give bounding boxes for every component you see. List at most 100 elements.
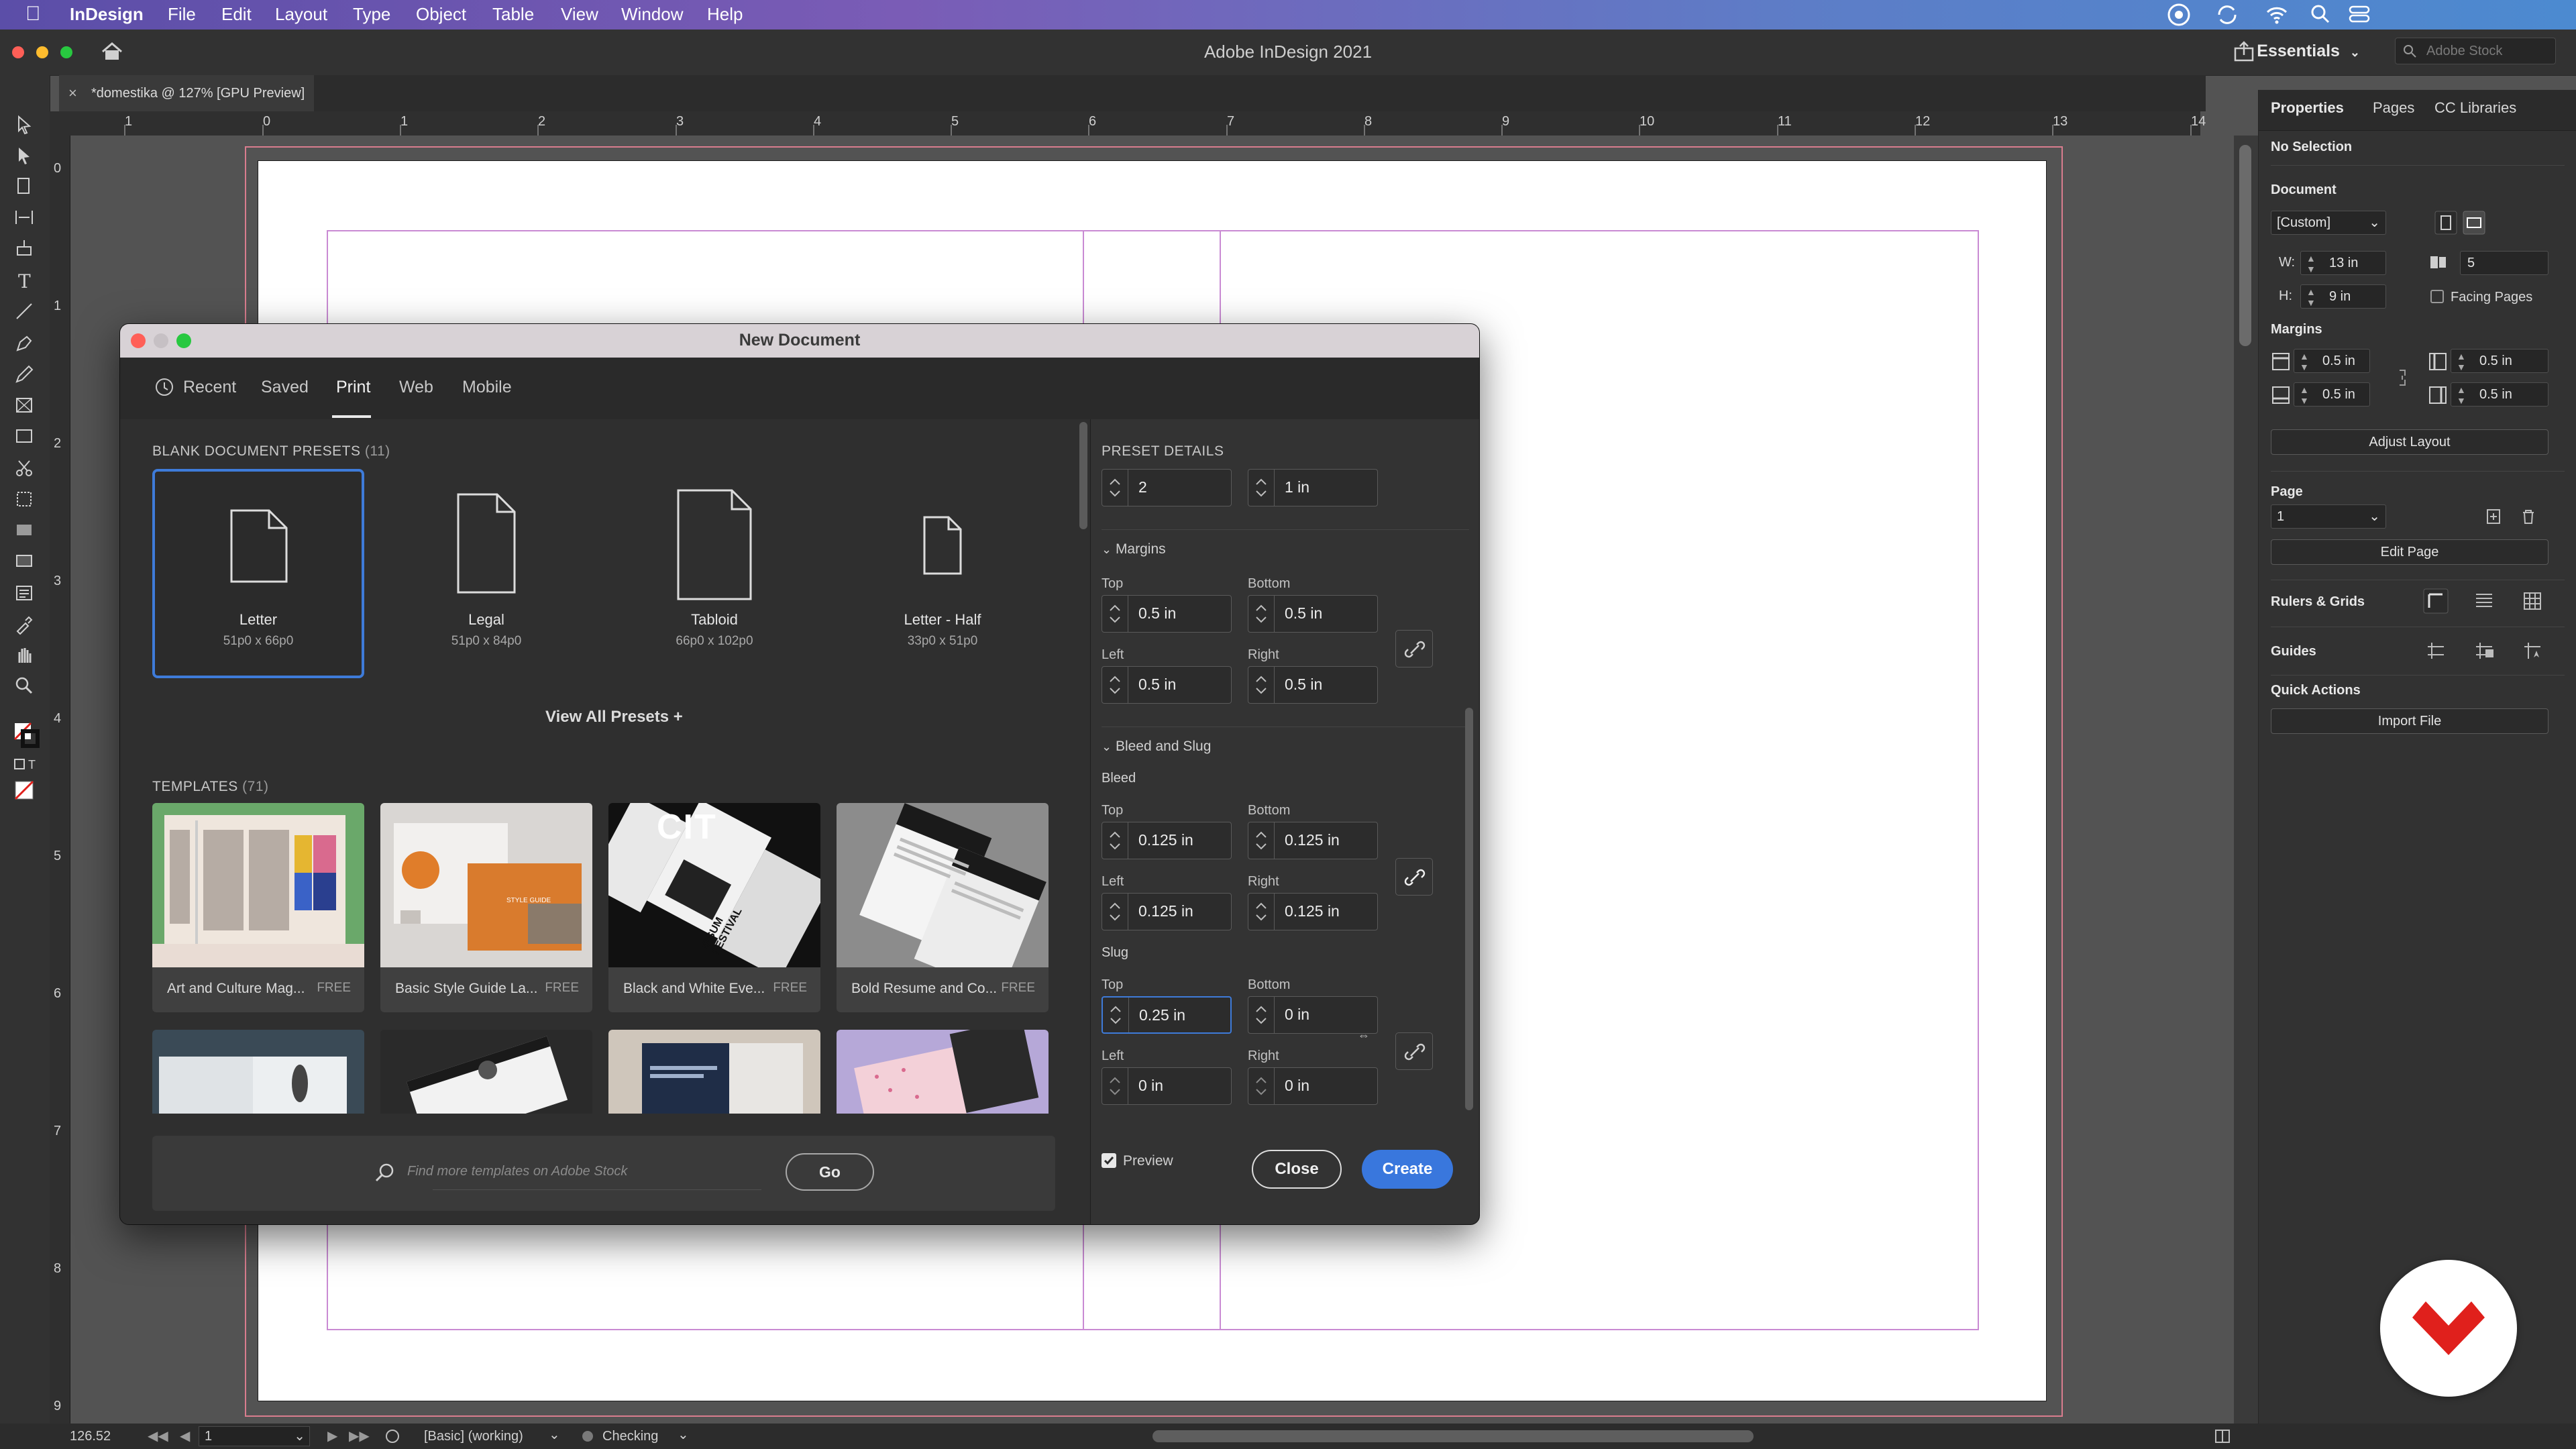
template-thumbnail[interactable]: [380, 1030, 592, 1114]
lock-guides-icon[interactable]: [2471, 637, 2498, 664]
formatting-affects-container-icon[interactable]: T: [13, 757, 36, 778]
margin-bottom-field[interactable]: ▲ ▼ 0.5 in: [2294, 382, 2370, 407]
go-button[interactable]: Go: [786, 1153, 874, 1191]
menu-app-name[interactable]: InDesign: [70, 4, 144, 25]
preset-letter-half[interactable]: Letter - Half 33p0 x 51p0: [837, 469, 1049, 678]
template-thumbnail[interactable]: [837, 1030, 1049, 1114]
baseline-grid-icon[interactable]: [2471, 588, 2498, 614]
template-thumbnail[interactable]: [152, 1030, 364, 1114]
dialog-zoom-dot[interactable]: [176, 333, 191, 348]
import-file-button[interactable]: Import File: [2271, 708, 2548, 734]
stepper-icon[interactable]: [1248, 667, 1275, 703]
stepper-icon[interactable]: [1248, 894, 1275, 930]
slug-right-spinner[interactable]: 0 in: [1248, 1067, 1378, 1105]
gap-tool-icon[interactable]: [13, 207, 35, 228]
scrollbar-thumb[interactable]: [2239, 145, 2251, 346]
stepper-icon[interactable]: [1103, 998, 1129, 1032]
page-tool-icon[interactable]: [13, 176, 35, 197]
create-button[interactable]: Create: [1362, 1150, 1453, 1189]
type-tool-icon[interactable]: T: [13, 270, 35, 291]
bleed-bottom-spinner[interactable]: 0.125 in: [1248, 822, 1378, 859]
next-page-icon[interactable]: ▶: [327, 1428, 337, 1444]
width-field[interactable]: ▲ ▼ 13 in: [2300, 251, 2386, 275]
stepper-icon[interactable]: [1248, 470, 1275, 506]
template-card[interactable]: Bold Resume and Co... FREE: [837, 803, 1049, 1012]
template-thumbnail[interactable]: [608, 1030, 820, 1114]
landscape-orientation-icon[interactable]: [2463, 211, 2485, 235]
workspace-switcher[interactable]: Essentials ⌄: [2257, 42, 2360, 61]
margin-right-spinner[interactable]: 0.5 in: [1248, 666, 1378, 704]
link-margins-button[interactable]: [1395, 630, 1433, 667]
pages-count-field[interactable]: 5: [2460, 251, 2548, 275]
direct-selection-tool-icon[interactable]: [13, 145, 35, 166]
page-number-field[interactable]: 1 ⌄: [199, 1426, 310, 1446]
tab-properties[interactable]: Properties: [2271, 99, 2344, 117]
delete-page-icon[interactable]: [2519, 507, 2538, 526]
template-card[interactable]: CIT IPSUM FESTIVAL Black and White Eve..…: [608, 803, 820, 1012]
margin-left-spinner[interactable]: 0.5 in: [1102, 666, 1232, 704]
gradient-swatch-tool-icon[interactable]: [13, 519, 35, 541]
tab-saved[interactable]: Saved: [261, 378, 309, 397]
pen-tool-icon[interactable]: [13, 333, 35, 354]
stepper-icon[interactable]: ▲ ▼: [2300, 351, 2309, 372]
chevron-down-icon[interactable]: ⌄: [549, 1426, 560, 1443]
chevron-down-icon[interactable]: ⌄: [678, 1426, 689, 1443]
stepper-icon[interactable]: [1248, 997, 1275, 1033]
rectangle-frame-tool-icon[interactable]: [13, 394, 35, 416]
stepper-icon[interactable]: [1102, 596, 1128, 632]
preset-legal[interactable]: Legal 51p0 x 84p0: [380, 469, 592, 678]
content-collector-icon[interactable]: [13, 237, 35, 259]
stepper-icon[interactable]: [1102, 667, 1128, 703]
apple-icon[interactable]: : [25, 3, 41, 25]
horizontal-scrollbar-thumb[interactable]: [1152, 1430, 1754, 1442]
stepper-icon[interactable]: [1102, 470, 1128, 506]
first-page-icon[interactable]: ◀◀: [148, 1428, 168, 1444]
creative-cloud-icon[interactable]: [2167, 3, 2191, 27]
tab-print[interactable]: Print: [336, 378, 370, 397]
document-grid-icon[interactable]: [2519, 588, 2546, 614]
zoom-level[interactable]: 126.52: [70, 1429, 111, 1444]
preset-tabloid[interactable]: Tabloid 66p0 x 102p0: [608, 469, 820, 678]
edit-page-button[interactable]: Edit Page: [2271, 539, 2548, 565]
preset-letter[interactable]: Letter 51p0 x 66p0: [152, 469, 364, 678]
stepper-icon[interactable]: ▲ ▼: [2457, 351, 2466, 372]
menu-window[interactable]: Window: [621, 4, 683, 25]
open-page-icon[interactable]: [384, 1428, 401, 1445]
rectangle-tool-icon[interactable]: [13, 425, 35, 447]
details-scrollbar[interactable]: [1462, 419, 1476, 1117]
bleed-right-spinner[interactable]: 0.125 in: [1248, 893, 1378, 930]
link-bleed-button[interactable]: [1395, 858, 1433, 896]
link-slug-button[interactable]: [1395, 1032, 1433, 1070]
scissors-tool-icon[interactable]: [13, 458, 35, 479]
vertical-ruler[interactable]: 0 1 2 3 4 5 6 7 8 9: [50, 136, 70, 1424]
control-center-icon[interactable]: [2348, 4, 2371, 24]
tab-mobile[interactable]: Mobile: [462, 378, 512, 397]
share-icon[interactable]: [2233, 40, 2255, 63]
menu-object[interactable]: Object: [416, 4, 466, 25]
menu-edit[interactable]: Edit: [221, 4, 252, 25]
gradient-feather-tool-icon[interactable]: [13, 550, 35, 572]
stepper-icon[interactable]: [1248, 596, 1275, 632]
spotlight-search-icon[interactable]: [2309, 3, 2332, 25]
stepper-icon[interactable]: [1248, 1068, 1275, 1104]
close-icon[interactable]: ×: [68, 85, 77, 102]
document-tab[interactable]: × *domestika @ 127% [GPU Preview]: [59, 75, 314, 111]
adjust-layout-button[interactable]: Adjust Layout: [2271, 429, 2548, 455]
menu-type[interactable]: Type: [353, 4, 390, 25]
tab-cc-libraries[interactable]: CC Libraries: [2434, 99, 2516, 117]
margin-bottom-spinner[interactable]: 0.5 in: [1248, 595, 1378, 633]
gutter-spinner[interactable]: 1 in: [1248, 469, 1378, 506]
template-card[interactable]: Art and Culture Mag... FREE: [152, 803, 364, 1012]
tab-web[interactable]: Web: [399, 378, 433, 397]
eyedropper-tool-icon[interactable]: [13, 613, 35, 635]
document-preset-select[interactable]: [Custom] ⌄: [2271, 211, 2386, 235]
pencil-tool-icon[interactable]: [13, 364, 35, 385]
height-field[interactable]: ▲ ▼ 9 in: [2300, 284, 2386, 309]
view-all-presets-link[interactable]: View All Presets +: [545, 708, 683, 727]
canvas-vertical-scrollbar[interactable]: [2234, 136, 2258, 1424]
page-select[interactable]: 1 ⌄: [2271, 504, 2386, 529]
scrollbar-thumb[interactable]: [1465, 708, 1473, 1110]
stepper-icon[interactable]: ▲ ▼: [2306, 253, 2316, 274]
slug-left-spinner[interactable]: 0 in: [1102, 1067, 1232, 1105]
smart-guides-icon[interactable]: [2519, 637, 2546, 664]
